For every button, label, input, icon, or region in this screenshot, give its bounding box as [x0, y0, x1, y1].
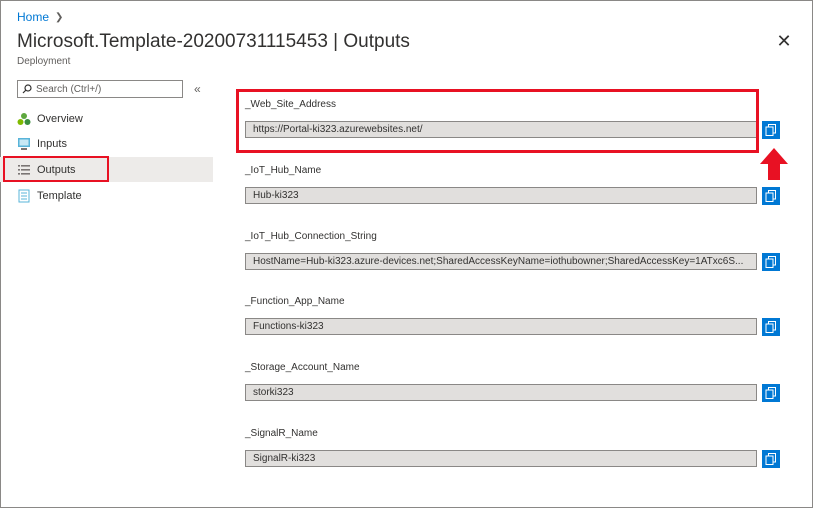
sidebar-item-label: Inputs: [37, 137, 67, 150]
template-icon: [17, 189, 31, 203]
sidebar-item-overview[interactable]: Overview: [0, 106, 213, 131]
web-site-address-highlight-box: [236, 89, 759, 153]
copy-button[interactable]: [762, 121, 780, 139]
copy-icon: [765, 321, 776, 333]
copy-icon: [765, 387, 776, 399]
collapse-sidebar-icon[interactable]: «: [194, 82, 201, 96]
copy-button[interactable]: [762, 187, 780, 205]
search-icon: [22, 84, 32, 94]
output-value-iot-hub-connection-string[interactable]: HostName=Hub-ki323.azure-devices.net;Sha…: [245, 253, 757, 270]
output-label-iot-hub-connection-string: _IoT_Hub_Connection_String: [245, 231, 377, 242]
output-value-signalr-name[interactable]: SignalR-ki323: [245, 450, 757, 467]
sidebar-item-label: Overview: [37, 112, 83, 125]
output-label-storage-account-name: _Storage_Account_Name: [245, 362, 360, 373]
close-icon[interactable]: ✕: [776, 32, 792, 50]
copy-button[interactable]: [762, 318, 780, 336]
arrow-up-icon: [760, 148, 788, 180]
copy-icon: [765, 453, 776, 465]
page-title: Microsoft.Template-20200731115453 | Outp…: [17, 31, 410, 52]
output-label-function-app-name: _Function_App_Name: [245, 296, 345, 307]
copy-icon: [765, 190, 776, 202]
inputs-icon: [17, 137, 31, 151]
copy-icon: [765, 124, 776, 136]
sidebar-item-inputs[interactable]: Inputs: [0, 131, 213, 156]
copy-button[interactable]: [762, 384, 780, 402]
page-subtitle: Deployment: [17, 56, 71, 67]
outputs-highlight-box: [3, 156, 109, 182]
search-input[interactable]: [32, 83, 176, 95]
chevron-right-icon: ❯: [55, 11, 64, 23]
copy-button[interactable]: [762, 450, 780, 468]
output-label-signalr-name: _SignalR_Name: [245, 428, 318, 439]
copy-icon: [765, 256, 776, 268]
sidebar-item-label: Template: [37, 189, 82, 202]
search-box[interactable]: [17, 80, 183, 98]
output-value-storage-account-name[interactable]: storki323: [245, 384, 757, 401]
breadcrumb: Home ❯: [17, 10, 63, 24]
output-value-function-app-name[interactable]: Functions-ki323: [245, 318, 757, 335]
output-label-iot-hub-name: _IoT_Hub_Name: [245, 165, 322, 176]
sidebar-item-template[interactable]: Template: [0, 183, 213, 208]
breadcrumb-home-link[interactable]: Home: [17, 10, 49, 24]
overview-icon: [17, 112, 31, 126]
output-value-iot-hub-name[interactable]: Hub-ki323: [245, 187, 757, 204]
copy-button[interactable]: [762, 253, 780, 271]
